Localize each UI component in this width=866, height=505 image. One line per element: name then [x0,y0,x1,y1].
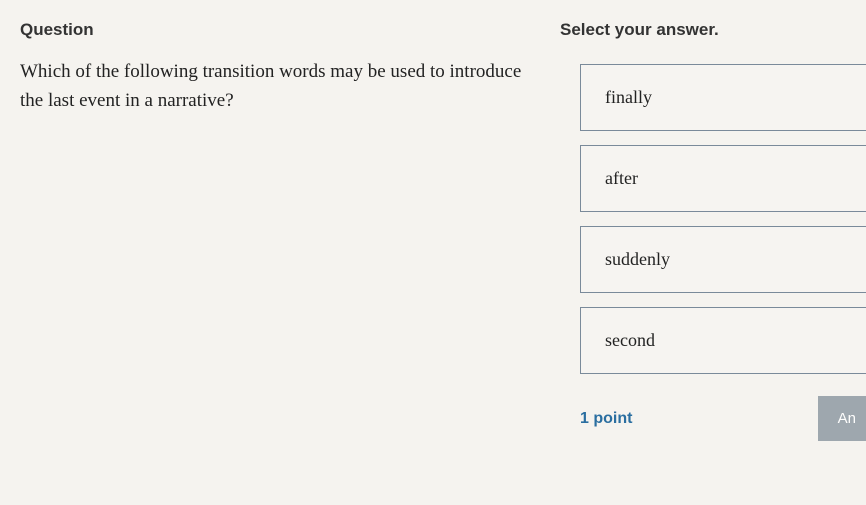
answer-options-list: finally after suddenly second [560,64,866,374]
answer-column: Select your answer. finally after sudden… [560,20,866,505]
answer-button[interactable]: An [818,396,866,441]
select-answer-label: Select your answer. [560,20,866,40]
points-label: 1 point [580,410,632,428]
question-column: Question Which of the following transiti… [20,20,560,505]
quiz-container: Question Which of the following transiti… [0,0,866,505]
answer-option-finally[interactable]: finally [580,64,866,131]
answer-option-after[interactable]: after [580,145,866,212]
footer-row: 1 point An [560,396,866,441]
answer-option-suddenly[interactable]: suddenly [580,226,866,293]
question-text: Which of the following transition words … [20,58,540,115]
answer-option-second[interactable]: second [580,307,866,374]
question-label: Question [20,20,540,40]
